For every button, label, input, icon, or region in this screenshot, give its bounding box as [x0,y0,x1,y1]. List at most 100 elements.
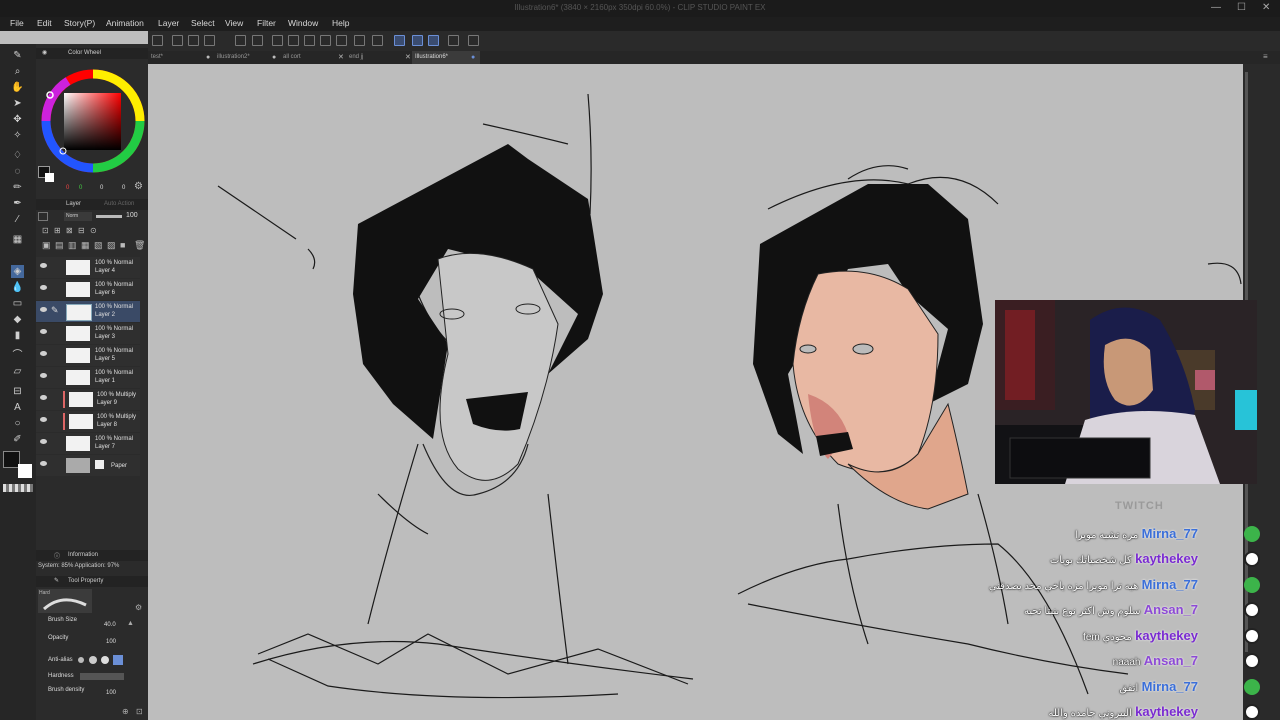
redo-icon[interactable] [252,35,263,46]
layer-row-paper[interactable]: Paper [36,455,140,476]
speech-tool-icon[interactable]: ○ [11,417,24,430]
chat-username[interactable]: Mirna_77 [1142,526,1198,541]
menu-layer[interactable]: Layer [158,18,179,28]
tab-illustration6[interactable]: Illustration6* [412,51,480,64]
tab-all-cort[interactable]: all cort [280,51,346,64]
correct-line-tool-icon[interactable]: ✐ [11,433,24,446]
new-vector-layer-icon[interactable]: ▤ [55,240,64,251]
select-all-icon[interactable] [320,35,331,46]
figure-tool-icon[interactable]: ⌒ [11,349,24,362]
tab-close-icon[interactable]: ✕ [405,51,411,64]
clear-icon[interactable] [372,35,383,46]
tablet-settings-icon[interactable] [448,35,459,46]
tab-close-icon[interactable]: ● [471,51,475,64]
opacity-value[interactable]: 100 [106,639,116,645]
tool-reset-icon[interactable]: ⊡ [136,707,143,716]
lock-alpha-icon[interactable]: ⊟ [78,226,85,235]
brush-size-value[interactable]: 40.0 [104,622,116,628]
deselect-icon[interactable] [336,35,347,46]
eye-icon[interactable] [40,351,47,356]
layer-row[interactable]: 100 % Normal Layer 4 [36,257,140,278]
mask-icon[interactable]: ⊙ [90,226,97,235]
brush-preset[interactable]: Hard [38,589,92,613]
chat-username[interactable]: Ansan_7 [1144,653,1198,668]
layer-row[interactable]: 100 % Normal Layer 3 [36,323,140,344]
invert-selection-icon[interactable] [354,35,365,46]
eye-icon[interactable] [40,263,47,268]
hand-tool-icon[interactable]: ✋ [11,81,24,94]
text-tool-icon[interactable]: A [11,401,24,414]
fill-tool-icon[interactable]: ◆ [11,313,24,326]
menu-window[interactable]: Window [288,18,318,28]
chat-username[interactable]: kaythekey [1135,704,1198,719]
layer-row-selected[interactable]: ✎ 100 % Normal Layer 2 [36,301,140,322]
maximize-button[interactable]: ☐ [1237,2,1246,13]
tab-end-jj[interactable]: end jj [346,51,412,64]
object-tool-icon[interactable]: ➤ [11,97,24,110]
open-file-icon[interactable] [172,35,183,46]
blend-mode-select[interactable]: Norm [64,212,92,221]
sub-color-mini[interactable] [45,173,54,182]
layer-tab[interactable]: Layer [66,201,81,207]
crop-icon[interactable] [304,35,315,46]
move-tool-icon[interactable]: ✥ [11,113,24,126]
density-value[interactable]: 100 [106,690,116,696]
new-folder-icon[interactable]: ▥ [68,240,77,251]
hardness-slider[interactable] [80,673,124,680]
chat-username[interactable]: Mirna_77 [1142,577,1198,592]
brush-size-slider-icon[interactable]: ▲ [127,620,134,627]
tab-close-icon[interactable]: ✕ [338,51,344,64]
layer-row[interactable]: 100 % Normal Layer 1 [36,367,140,388]
menu-edit[interactable]: Edit [37,18,52,28]
brush-tool-icon[interactable]: ♢ [11,149,24,162]
zoom-tool-icon[interactable]: ⌕ [11,65,24,78]
eye-icon[interactable] [40,461,47,466]
menu-filter[interactable]: Filter [257,18,276,28]
reference-icon[interactable]: ⊞ [54,226,61,235]
layer-property-icon[interactable] [38,212,48,221]
clip-studio-icon[interactable] [468,35,479,46]
panel-menu-icon[interactable]: ≡ [1263,52,1268,61]
frame-tool-icon[interactable]: ▦ [11,233,24,246]
save-icon[interactable] [188,35,199,46]
menu-select[interactable]: Select [191,18,215,28]
layer-row[interactable]: 100 % Normal Layer 6 [36,279,140,300]
eye-icon[interactable] [40,373,47,378]
tab-close-icon[interactable]: ● [206,51,210,64]
gradient-tool-icon[interactable]: ▮ [11,329,24,342]
pen-tool-icon[interactable]: ✎ [11,49,24,62]
antialias-strong-icon[interactable] [113,655,123,665]
snap-grid-icon[interactable] [428,35,439,46]
eye-icon[interactable] [40,395,47,400]
ruler-tool-icon[interactable]: ▱ [11,365,24,378]
zoom-fit-icon[interactable]: ⊕ [122,707,129,716]
undo-icon[interactable] [235,35,246,46]
delete-layer-icon[interactable]: 🗑 [134,240,145,251]
fill-icon[interactable] [288,35,299,46]
snap-ruler-icon[interactable] [394,35,405,46]
chat-username[interactable]: kaythekey [1135,551,1198,566]
apply-mask-icon[interactable]: ■ [120,240,125,250]
eye-icon[interactable] [40,417,47,422]
eye-icon[interactable] [40,285,47,290]
tab-close-icon[interactable]: ● [272,51,276,64]
blur-tool-icon[interactable]: 💧 [11,281,24,294]
color-wheel[interactable] [38,66,148,178]
menu-animation[interactable]: Animation [106,18,144,28]
blend-tool-icon[interactable]: ◈ [11,265,24,278]
mask-layer-icon[interactable]: ▨ [107,240,116,251]
tab-test[interactable]: test* [148,51,214,64]
marker-tool-icon[interactable]: ✒ [11,197,24,210]
merge-down-icon[interactable]: ▦ [81,240,90,251]
antialias-medium-icon[interactable] [101,656,109,664]
new-canvas-icon[interactable] [152,35,163,46]
layer-row[interactable]: 100 % Normal Layer 7 [36,433,140,454]
value-icon[interactable]: 0 [122,185,125,191]
transparent-color-swatch[interactable] [3,484,33,492]
tab-illustration2[interactable]: illustration2* [214,51,280,64]
chat-username[interactable]: kaythekey [1135,628,1198,643]
menu-help[interactable]: Help [332,18,349,28]
lasso-tool-icon[interactable]: ◌ [11,165,24,178]
minimize-button[interactable]: — [1211,2,1221,13]
transform-icon[interactable] [272,35,283,46]
